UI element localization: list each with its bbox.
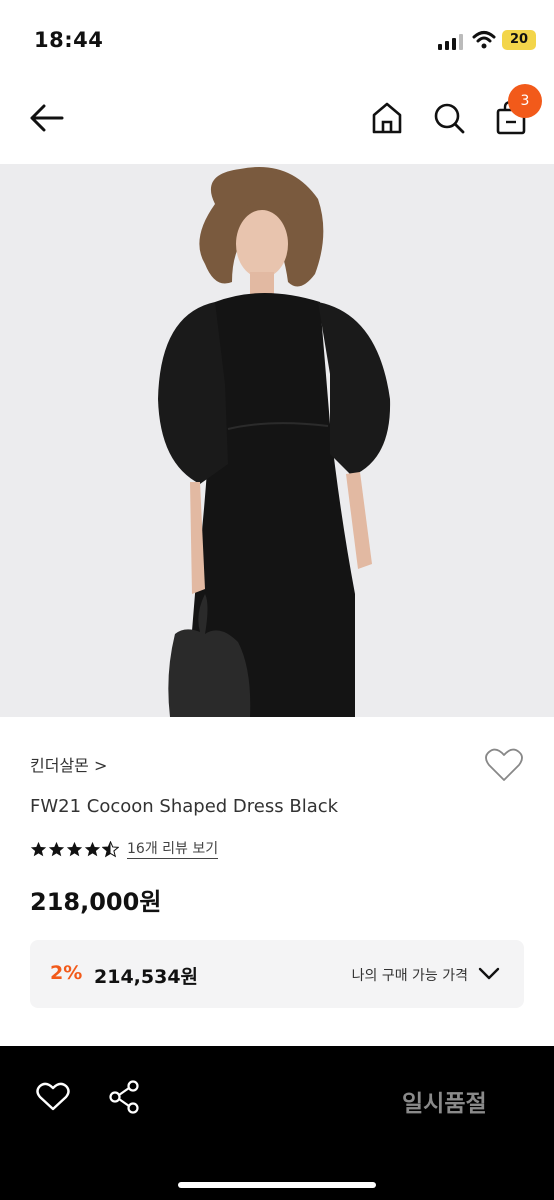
rating-row: 16개 리뷰 보기 bbox=[30, 838, 219, 860]
my-price-dropdown[interactable]: 2% 214,534원 나의 구매 가능 가격 bbox=[30, 940, 524, 1008]
battery-indicator: 20 bbox=[502, 30, 536, 50]
back-arrow-icon[interactable] bbox=[28, 102, 66, 134]
star-icon bbox=[66, 841, 83, 856]
home-indicator bbox=[178, 1182, 376, 1188]
product-image[interactable] bbox=[0, 164, 554, 717]
star-icon bbox=[84, 841, 101, 856]
cart-count-badge: 3 bbox=[508, 84, 542, 118]
bottom-action-bar: 일시품절 bbox=[0, 1046, 554, 1200]
half-star-icon bbox=[102, 840, 119, 857]
brand-link[interactable]: 킨더살몬 > bbox=[30, 752, 107, 776]
status-bar: 18:44 20 bbox=[0, 0, 554, 80]
share-icon[interactable] bbox=[108, 1080, 140, 1114]
review-link[interactable]: 16개 리뷰 보기 bbox=[127, 840, 219, 859]
search-icon[interactable] bbox=[432, 100, 466, 136]
top-nav bbox=[0, 80, 554, 164]
product-title: FW21 Cocoon Shaped Dress Black bbox=[30, 796, 339, 817]
star-icon bbox=[30, 841, 47, 856]
status-time: 18:44 bbox=[34, 28, 104, 52]
discount-rate: 2% bbox=[50, 962, 83, 984]
my-price-label: 나의 구매 가능 가격 bbox=[351, 968, 468, 984]
rating-stars bbox=[30, 840, 119, 858]
star-icon bbox=[48, 841, 65, 856]
my-price-value: 214,534원 bbox=[94, 966, 199, 988]
signal-icon bbox=[438, 34, 463, 50]
sold-out-button[interactable]: 일시품절 bbox=[402, 1084, 487, 1118]
product-price: 218,000원 bbox=[30, 888, 162, 916]
heart-icon[interactable] bbox=[36, 1082, 70, 1112]
chevron-down-icon bbox=[478, 967, 500, 980]
wifi-icon bbox=[472, 31, 496, 49]
home-icon[interactable] bbox=[370, 100, 404, 136]
wishlist-heart-icon[interactable] bbox=[484, 746, 524, 784]
dress-model-photo bbox=[0, 164, 554, 717]
